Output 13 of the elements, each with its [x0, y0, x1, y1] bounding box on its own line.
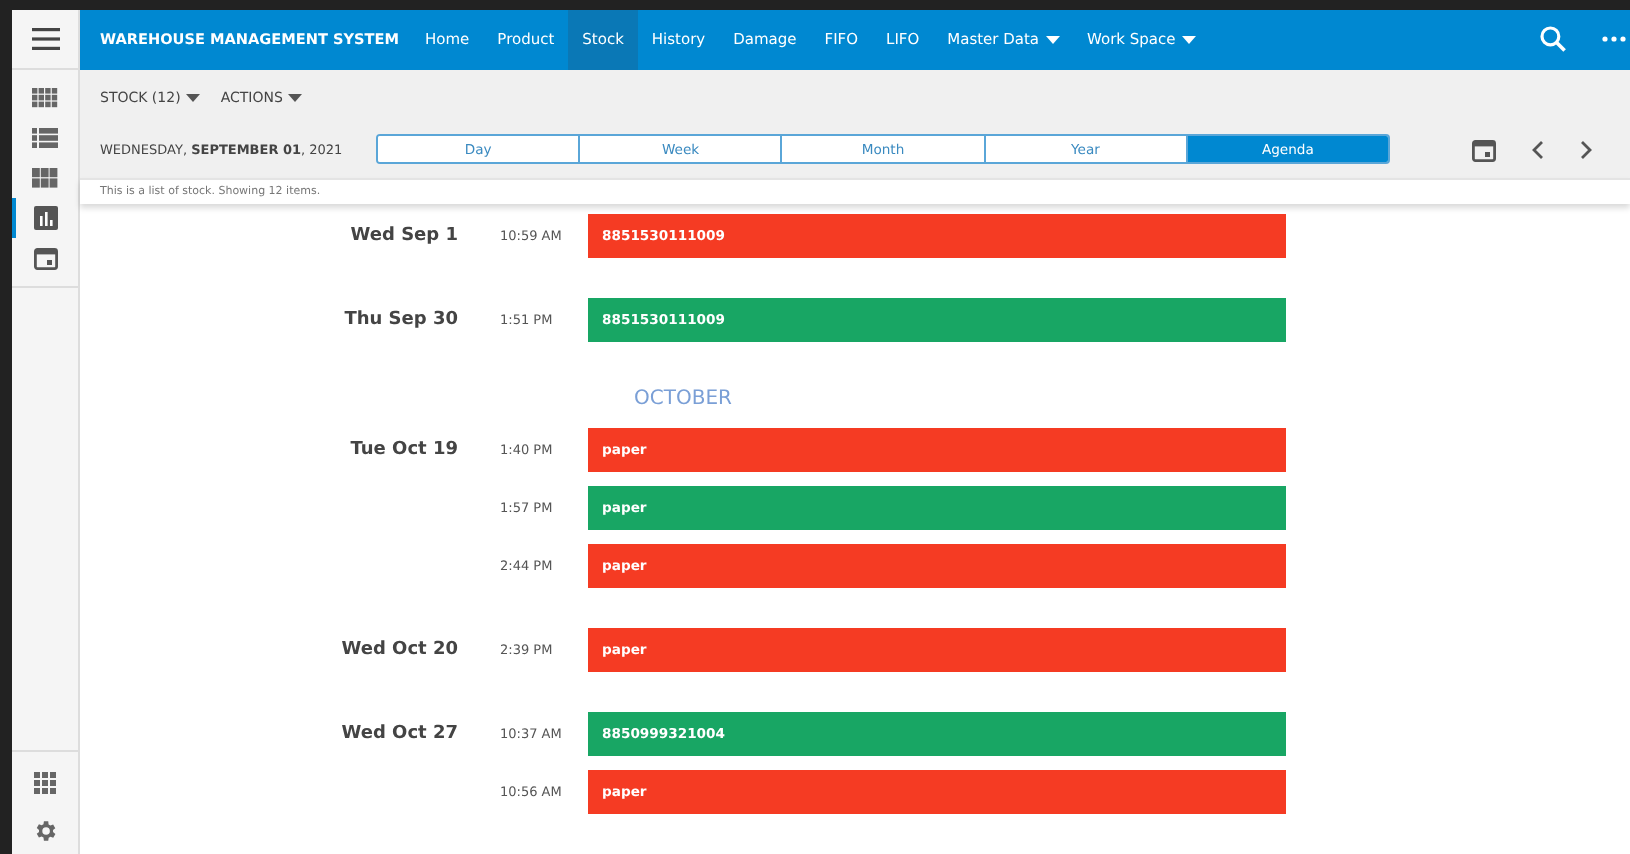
day-label: Tue Oct 19: [350, 440, 458, 460]
day-label: Wed Oct 27: [341, 724, 458, 744]
bar-chart-icon: [33, 206, 57, 230]
caret-icon: [186, 93, 201, 102]
day-label: Thu Sep 30: [344, 310, 458, 330]
month-heading: OCTOBER: [634, 388, 732, 410]
day-label: Wed Oct 20: [341, 640, 458, 660]
tiles-icon: [32, 168, 58, 188]
calendar-icon: [33, 246, 57, 270]
caret-icon: [288, 93, 303, 102]
day-label: Wed Sep 1: [350, 226, 458, 246]
list-icon: [32, 128, 58, 148]
grid-icon: [32, 88, 58, 108]
